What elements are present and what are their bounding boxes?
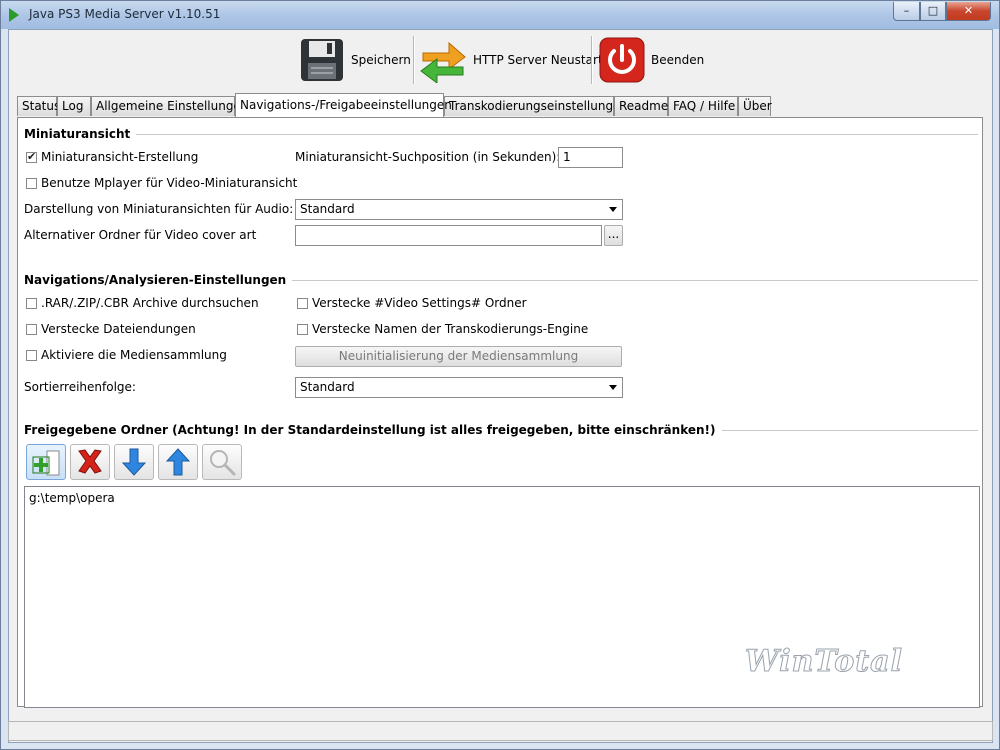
app-window: Java PS3 Media Server v1.10.51 – □ ✕ Spe… bbox=[0, 0, 1000, 750]
browse-button[interactable]: ... bbox=[604, 225, 623, 246]
shared-folders-toolbar bbox=[26, 444, 256, 480]
tab-about[interactable]: Über bbox=[738, 96, 772, 116]
chevron-down-icon bbox=[605, 201, 621, 218]
cover-folder-input[interactable] bbox=[295, 225, 602, 246]
section-divider bbox=[26, 134, 978, 136]
tab-navigation-sharing[interactable]: Navigations-/Freigabeeinstellungen bbox=[235, 93, 452, 117]
arrow-down-icon bbox=[121, 448, 147, 476]
hide-extensions-checkbox[interactable] bbox=[26, 324, 37, 335]
media-library-checkbox[interactable] bbox=[26, 350, 37, 361]
toolbar-separator bbox=[591, 36, 593, 84]
restart-server-label: HTTP Server Neustart bbox=[473, 53, 603, 67]
cover-folder-label: Alternativer Ordner für Video cover art bbox=[24, 228, 257, 242]
restart-server-button[interactable]: HTTP Server Neustart bbox=[419, 34, 603, 86]
thumbnail-seek-input[interactable]: 1 bbox=[558, 147, 623, 168]
shared-folders-list[interactable]: g:\temp\opera WinTotal bbox=[24, 486, 980, 708]
maximize-button[interactable]: □ bbox=[920, 2, 946, 21]
tab-readme[interactable]: Readme bbox=[614, 96, 668, 116]
add-folder-icon bbox=[32, 450, 60, 476]
save-label: Speichern bbox=[351, 53, 411, 67]
chevron-down-icon bbox=[605, 379, 621, 396]
thumbnail-seek-label: Miniaturansicht-Suchposition (in Sekunde… bbox=[295, 150, 561, 164]
tab-log[interactable]: Log bbox=[57, 96, 91, 116]
client-area: Speichern HTTP Server Neustart Beenden S… bbox=[8, 29, 993, 743]
navigation-section-title: Navigations/Analysieren-Einstellungen bbox=[24, 273, 293, 287]
minimize-button[interactable]: – bbox=[893, 2, 920, 21]
watermark-logo: WinTotal bbox=[745, 644, 903, 680]
thumbnails-section-title: Miniaturansicht bbox=[24, 127, 137, 141]
audio-thumbnail-select[interactable]: Standard bbox=[295, 199, 623, 220]
add-folder-button[interactable] bbox=[26, 444, 66, 480]
tab-panel-navigation: Miniaturansicht Miniaturansicht-Erstellu… bbox=[17, 117, 983, 708]
hide-engine-label: Verstecke Namen der Transkodierungs-Engi… bbox=[312, 322, 589, 336]
search-folder-button[interactable] bbox=[202, 444, 242, 480]
audio-thumbnail-value: Standard bbox=[300, 202, 355, 216]
thumbnail-creation-label: Miniaturansicht-Erstellung bbox=[41, 150, 199, 164]
title-bar[interactable]: Java PS3 Media Server v1.10.51 – □ ✕ bbox=[1, 1, 999, 29]
remove-folder-button[interactable] bbox=[70, 444, 110, 480]
close-button[interactable]: ✕ bbox=[946, 2, 991, 21]
magnifier-icon bbox=[210, 450, 236, 476]
quit-label: Beenden bbox=[651, 53, 705, 67]
tab-transcoding-settings[interactable]: Transkodierungseinstellungen bbox=[444, 96, 628, 116]
sort-order-select[interactable]: Standard bbox=[295, 377, 623, 398]
sort-order-value: Standard bbox=[300, 380, 355, 394]
quit-button[interactable]: Beenden bbox=[599, 34, 704, 86]
media-library-label: Aktiviere die Mediensammlung bbox=[41, 348, 227, 362]
archives-label: .RAR/.ZIP/.CBR Archive durchsuchen bbox=[41, 296, 259, 310]
move-down-button[interactable] bbox=[114, 444, 154, 480]
delete-x-icon bbox=[78, 449, 102, 474]
reinit-media-library-button[interactable]: Neuinitialisierung der Mediensammlung bbox=[295, 346, 622, 367]
tab-general-settings[interactable]: Allgemeine Einstellungen bbox=[91, 96, 248, 116]
window-title: Java PS3 Media Server v1.10.51 bbox=[29, 7, 221, 21]
shared-folders-section-title: Freigegebene Ordner (Achtung! In der Sta… bbox=[24, 423, 722, 437]
power-icon bbox=[599, 37, 645, 83]
refresh-arrows-icon bbox=[420, 41, 466, 83]
tab-faq-help[interactable]: FAQ / Hilfe bbox=[668, 96, 738, 116]
hide-extensions-label: Verstecke Dateiendungen bbox=[41, 322, 196, 336]
toolbar-separator bbox=[413, 36, 415, 84]
audio-thumbnail-label: Darstellung von Miniaturansichten für Au… bbox=[24, 202, 294, 216]
list-item[interactable]: g:\temp\opera bbox=[29, 491, 115, 505]
status-bar bbox=[8, 721, 993, 741]
app-icon bbox=[9, 8, 19, 22]
hide-video-settings-label: Verstecke #Video Settings# Ordner bbox=[312, 296, 527, 310]
mplayer-thumbnail-label: Benutze Mplayer für Video-Miniaturansich… bbox=[41, 176, 298, 190]
sort-order-label: Sortierreihenfolge: bbox=[24, 380, 136, 394]
mplayer-thumbnail-checkbox[interactable] bbox=[26, 178, 37, 189]
hide-video-settings-checkbox[interactable] bbox=[297, 298, 308, 309]
tab-status[interactable]: Status bbox=[17, 96, 60, 116]
move-up-button[interactable] bbox=[158, 444, 198, 480]
archives-checkbox[interactable] bbox=[26, 298, 37, 309]
hide-engine-checkbox[interactable] bbox=[297, 324, 308, 335]
arrow-up-icon bbox=[165, 448, 191, 476]
save-button[interactable]: Speichern bbox=[299, 34, 411, 86]
thumbnail-creation-checkbox[interactable] bbox=[26, 150, 37, 163]
floppy-disk-icon bbox=[301, 39, 343, 81]
